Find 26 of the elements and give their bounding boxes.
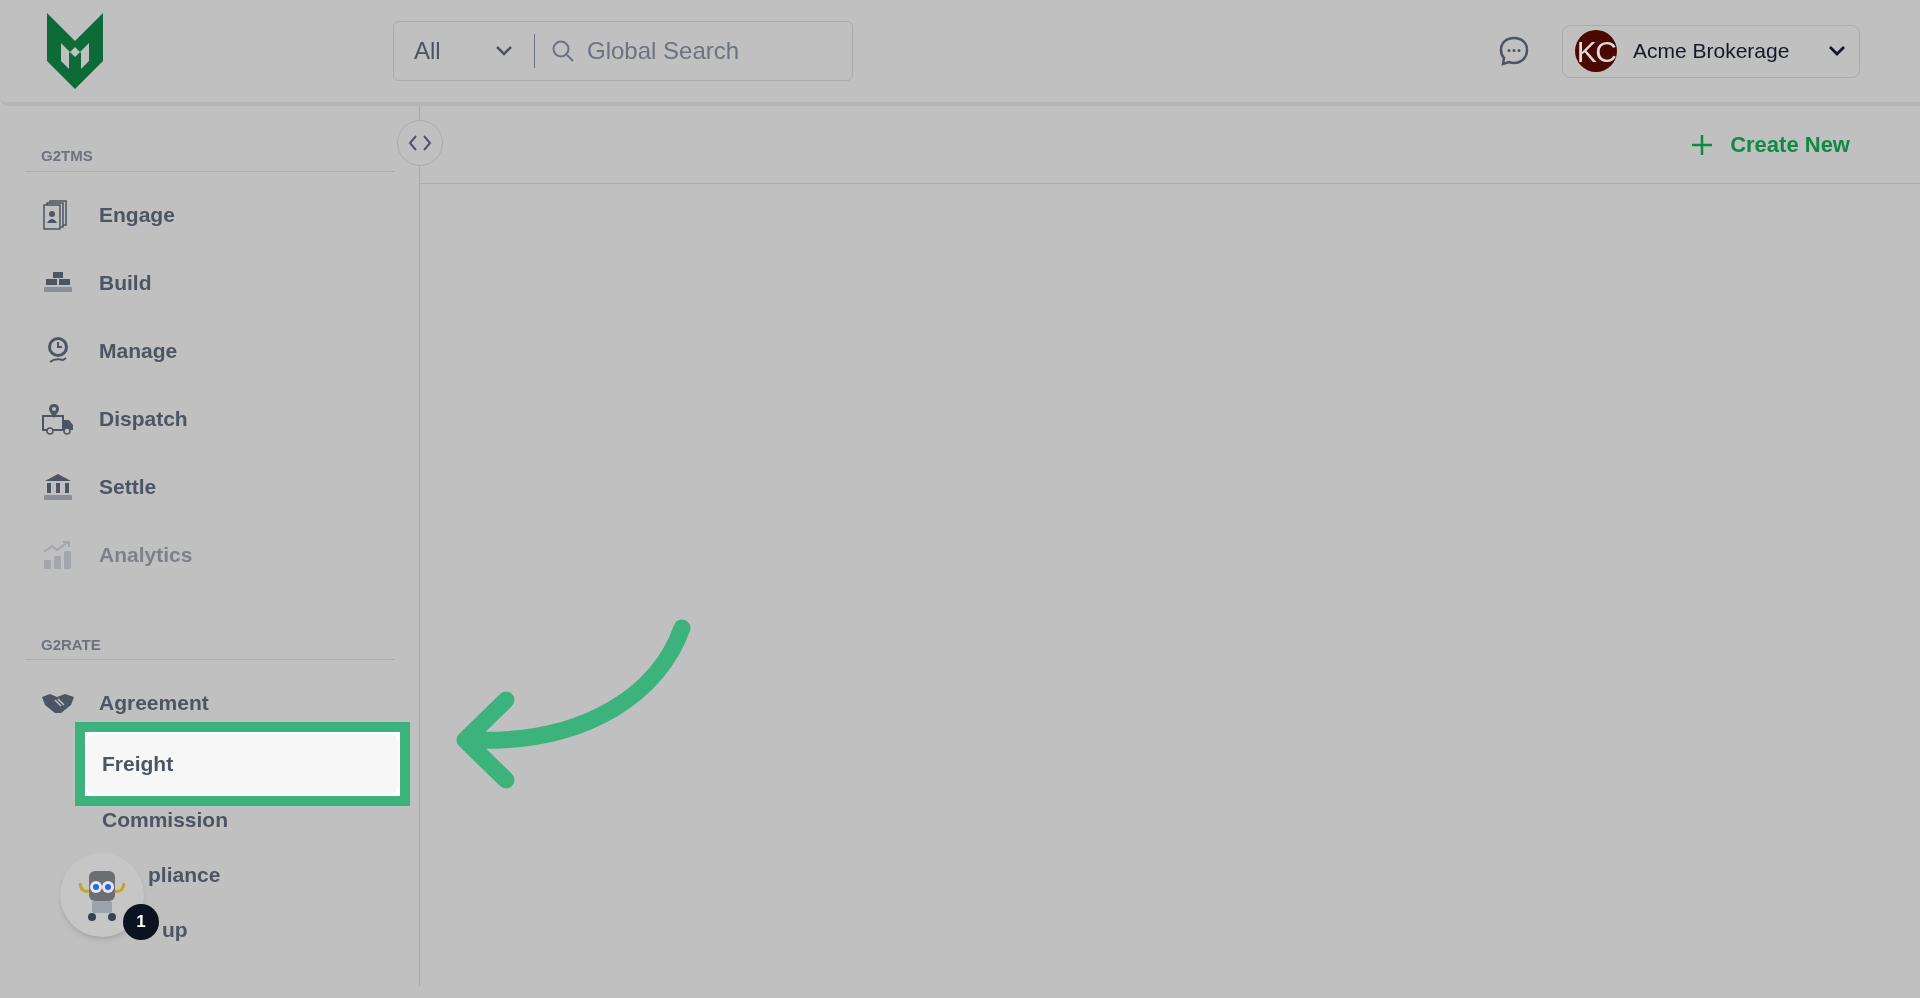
sidebar-item[interactable]: Build xyxy=(25,264,395,301)
truck-pin-icon xyxy=(41,401,75,436)
chevron-down-icon xyxy=(494,44,514,58)
chat-icon[interactable] xyxy=(1498,35,1530,67)
sub-item[interactable]: up xyxy=(162,902,188,957)
avatar: KC xyxy=(1575,30,1617,72)
sub-item[interactable]: Freight xyxy=(87,734,398,794)
section-heading: G2RATE xyxy=(25,633,395,660)
scope-dropdown[interactable]: All xyxy=(394,22,534,80)
sub-item[interactable]: Commission xyxy=(102,792,229,847)
plus-icon xyxy=(1690,132,1715,157)
sub-item[interactable]: pliance xyxy=(148,847,221,902)
notification-badge: 1 xyxy=(123,904,159,940)
collapse-toggle[interactable] xyxy=(397,120,443,166)
sidebar-item[interactable]: Dispatch xyxy=(25,400,395,437)
section-heading: G2TMS xyxy=(25,145,395,172)
account-menu[interactable]: KC Acme Brokerage xyxy=(1562,24,1860,78)
search-field[interactable]: All Global Search xyxy=(393,21,853,81)
sidebar-item[interactable]: Agreement xyxy=(25,685,395,721)
create-new-button[interactable]: Create New xyxy=(1690,128,1850,161)
sidebar-item[interactable]: Settle xyxy=(25,468,395,505)
code-arrows-icon xyxy=(407,134,433,152)
search-icon xyxy=(551,39,575,63)
sidebar-item[interactable]: Engage xyxy=(25,196,395,233)
sidebar-item[interactable]: Manage xyxy=(25,332,395,369)
chevron-down-icon xyxy=(1827,44,1847,58)
